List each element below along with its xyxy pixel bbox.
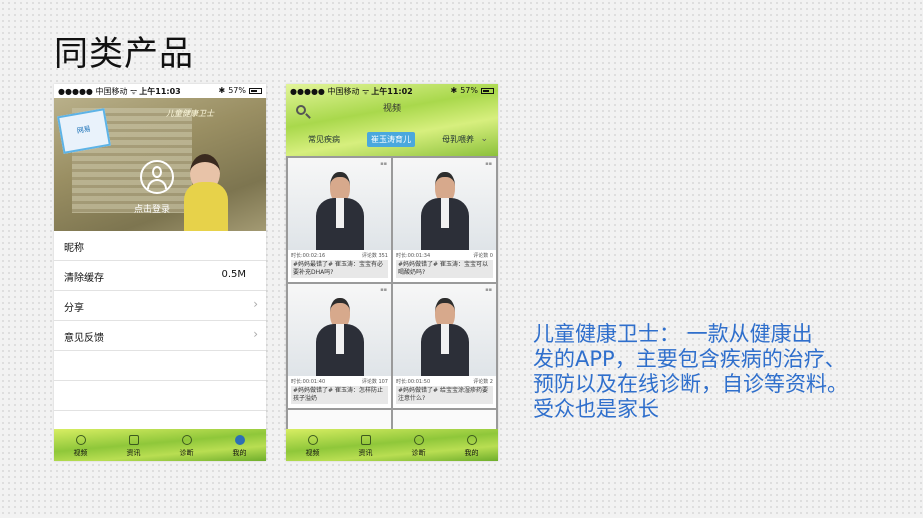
video-card[interactable]: ▪▪ 时长:00:01:34 评论数 0 #妈妈做错了# 崔玉涛：宝宝可以喝酸奶吗… <box>393 158 496 282</box>
tab-label: 资讯 <box>358 449 373 457</box>
video-comments: 评论数 107 <box>361 379 388 385</box>
play-icon <box>307 435 318 445</box>
tab-label: 视频 <box>73 449 88 457</box>
cache-size-value: 0.5M <box>221 269 246 280</box>
bottom-tab-bar: 视频 资讯 诊断 我的 <box>54 429 266 461</box>
tab-mine[interactable]: 我的 <box>213 429 266 461</box>
video-caption: #妈妈做错了# 给宝宝涂湿疹药要注意什么? <box>396 386 493 404</box>
avatar-icon[interactable] <box>140 160 174 194</box>
photo-watermark: 儿童健康卫士 <box>166 109 214 118</box>
phone-screen-profile: ●●●●● 中国移动 ᯤ 上午11:03 ✱ 57% 网易 儿童健康卫士 点击登… <box>54 84 266 461</box>
battery-percent: 57% <box>460 86 478 95</box>
tab-cui-yutao[interactable]: 崔玉涛育儿 <box>367 132 415 147</box>
menu-item-share[interactable]: 分享 › <box>54 291 266 321</box>
menu-item-label: 昵称 <box>64 243 84 254</box>
menu-item-feedback[interactable]: 意见反馈 › <box>54 321 266 351</box>
tab-diagnose[interactable]: 诊断 <box>392 429 445 461</box>
video-card-partial[interactable] <box>393 410 496 429</box>
menu-item-nickname[interactable]: 昵称 <box>54 231 266 261</box>
video-thumbnail: ▪▪ <box>288 158 391 250</box>
video-duration: 时长:00:01:34 <box>396 253 431 259</box>
video-duration: 时长:00:01:40 <box>291 379 326 385</box>
menu-item-label: 清除缓存 <box>64 273 104 284</box>
description-line: 预防以及在线诊断，自诊等资料。 <box>533 372 848 396</box>
settings-menu: 昵称 清除缓存 0.5M 分享 › 意见反馈 › <box>54 231 266 411</box>
play-icon <box>75 435 86 445</box>
video-comments: 评论数 351 <box>361 253 388 259</box>
diagnose-icon <box>181 435 192 445</box>
photo-child-body <box>184 182 228 231</box>
page-title: 视频 <box>382 104 401 114</box>
product-description: 儿童健康卫士： 一款从健康出 发的APP，主要包含疾病的治疗、 预防以及在线诊断… <box>533 322 893 422</box>
menu-item-label: 意见反馈 <box>64 333 104 344</box>
description-line: 受众也是家长 <box>533 397 659 421</box>
diagnose-icon <box>413 435 424 445</box>
user-icon <box>466 435 477 445</box>
login-link[interactable]: 点击登录 <box>134 202 170 215</box>
category-tabs: 常见疾病 崔玉涛育儿 母乳喂养 ⌄ <box>286 132 498 150</box>
tab-label: 资讯 <box>126 449 141 457</box>
video-caption: #妈妈做错了# 崔玉涛：怎样防止孩子溢奶 <box>291 386 388 404</box>
menu-item-label: 分享 <box>64 303 84 314</box>
video-thumbnail: ▪▪ <box>393 158 496 250</box>
empty-row <box>54 381 266 411</box>
phone-screen-videos: ●●●●● 中国移动 ᯤ 上午11:02 ✱ 57% 视频 常见疾病 崔玉涛育儿… <box>286 84 498 461</box>
video-card[interactable]: ▪▪ 时长:00:01:50 评论数 2 #妈妈做错了# 给宝宝涂湿疹药要注意什么… <box>393 284 496 408</box>
video-comments: 评论数 0 <box>473 253 493 259</box>
video-caption: #妈妈做错了# 崔玉涛：宝宝可以喝酸奶吗? <box>396 260 493 278</box>
chevron-right-icon: › <box>253 327 258 341</box>
battery-icon <box>249 87 262 94</box>
video-comments: 评论数 2 <box>473 379 493 385</box>
tab-breastfeeding[interactable]: 母乳喂养 <box>442 134 474 145</box>
profile-header: 网易 儿童健康卫士 点击登录 <box>54 98 266 231</box>
video-card[interactable]: ▪▪ 时长:00:01:40 评论数 107 #妈妈做错了# 崔玉涛：怎样防止孩子… <box>288 284 391 408</box>
description-line: 儿童健康卫士： 一款从健康出 <box>533 322 813 346</box>
tab-diagnose[interactable]: 诊断 <box>160 429 213 461</box>
tab-video[interactable]: 视频 <box>286 429 339 461</box>
tab-label: 我的 <box>464 449 479 457</box>
video-duration: 时长:00:02:16 <box>291 253 326 259</box>
menu-item-clear-cache[interactable]: 清除缓存 0.5M <box>54 261 266 291</box>
empty-row <box>54 351 266 381</box>
video-grid: ▪▪ 时长:00:02:16 评论数 351 #妈妈最错了# 崔玉涛：宝宝有必要补… <box>286 156 498 429</box>
video-thumbnail: ▪▪ <box>288 284 391 376</box>
chevron-down-icon[interactable]: ⌄ <box>480 134 488 144</box>
tab-news[interactable]: 资讯 <box>339 429 392 461</box>
tab-label: 我的 <box>232 449 247 457</box>
bluetooth-icon: ✱ <box>218 86 226 95</box>
tab-label: 诊断 <box>179 449 194 457</box>
tab-common-diseases[interactable]: 常见疾病 <box>308 134 340 145</box>
battery-icon <box>481 87 494 94</box>
news-icon <box>360 435 371 445</box>
description-line: 发的APP，主要包含疾病的治疗、 <box>533 347 846 371</box>
chevron-right-icon: › <box>253 297 258 311</box>
battery-percent: 57% <box>228 86 246 95</box>
status-bar: ●●●●● 中国移动 ᯤ 上午11:02 ✱ 57% <box>286 84 498 98</box>
news-icon <box>128 435 139 445</box>
tab-mine[interactable]: 我的 <box>445 429 498 461</box>
video-card[interactable]: ▪▪ 时长:00:02:16 评论数 351 #妈妈最错了# 崔玉涛：宝宝有必要补… <box>288 158 391 282</box>
bottom-tab-bar: 视频 资讯 诊断 我的 <box>286 429 498 461</box>
video-card-partial[interactable] <box>288 410 391 429</box>
tab-news[interactable]: 资讯 <box>107 429 160 461</box>
video-caption: #妈妈最错了# 崔玉涛：宝宝有必要补充DHA吗? <box>291 260 388 278</box>
user-icon <box>234 435 245 445</box>
status-bar: ●●●●● 中国移动 ᯤ 上午11:03 ✱ 57% <box>54 84 266 98</box>
tab-label: 视频 <box>305 449 320 457</box>
video-header: ●●●●● 中国移动 ᯤ 上午11:02 ✱ 57% 视频 常见疾病 崔玉涛育儿… <box>286 84 498 156</box>
tab-video[interactable]: 视频 <box>54 429 107 461</box>
video-thumbnail: ▪▪ <box>393 284 496 376</box>
bluetooth-icon: ✱ <box>450 86 458 95</box>
slide-title: 同类产品 <box>54 34 194 74</box>
video-duration: 时长:00:01:50 <box>396 379 431 385</box>
tab-label: 诊断 <box>411 449 426 457</box>
